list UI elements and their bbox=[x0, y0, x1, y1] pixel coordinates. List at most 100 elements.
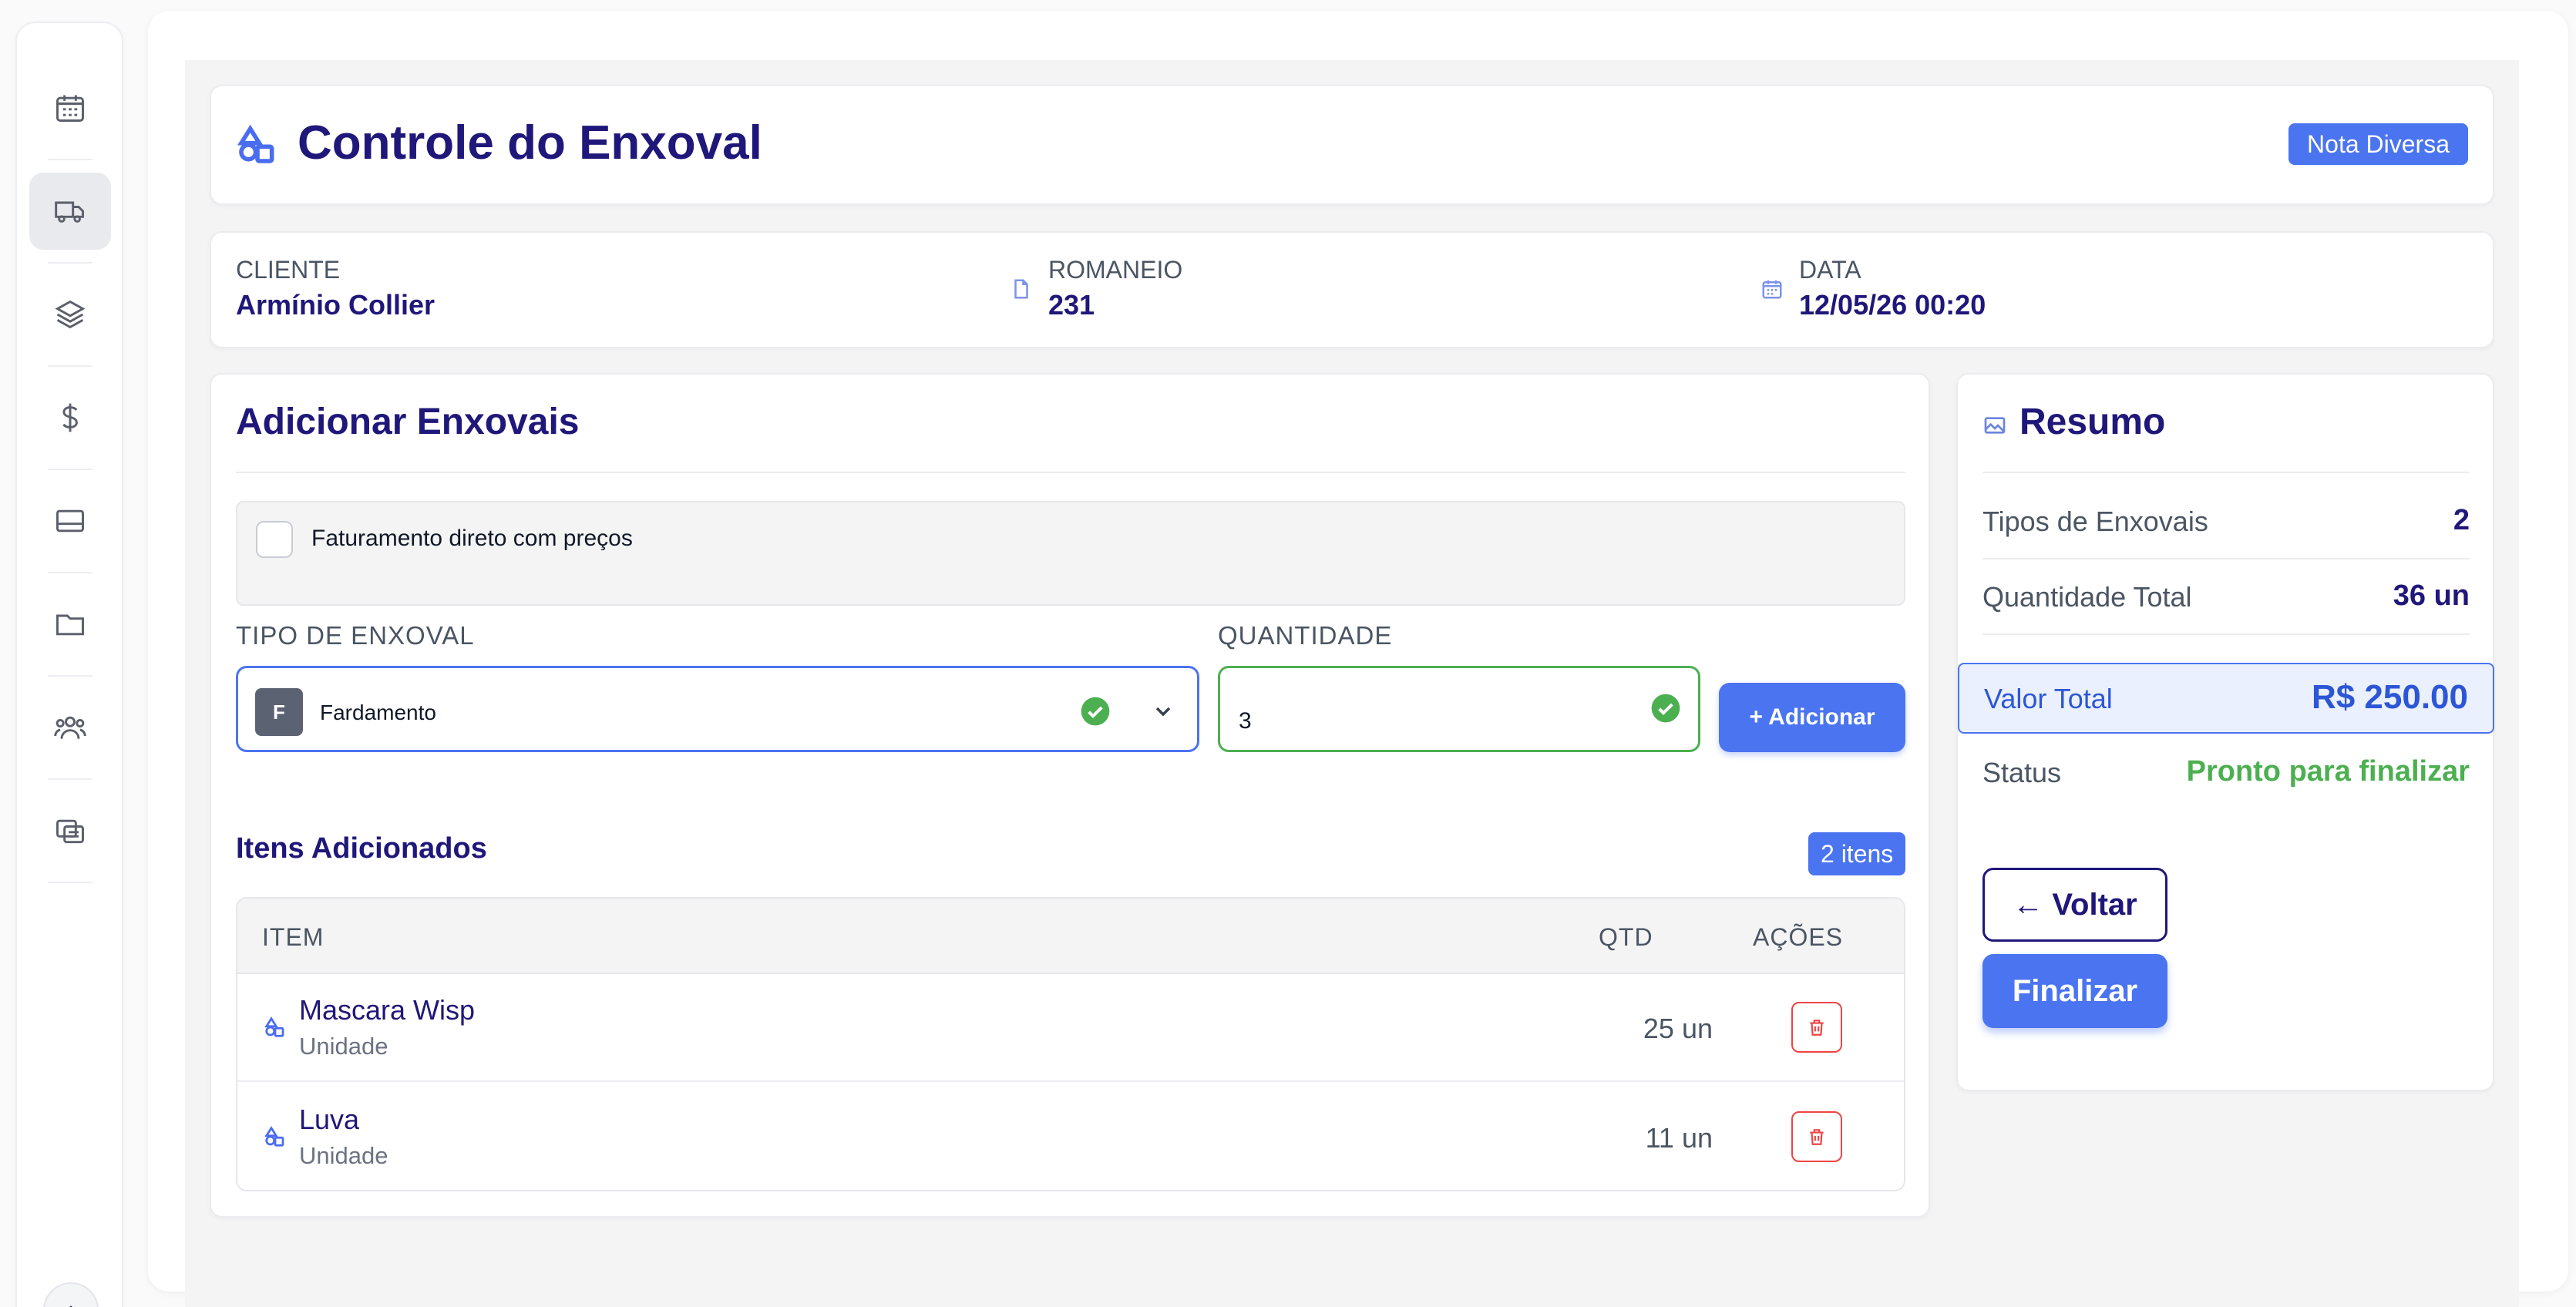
cliente-block: CLIENTE Armínio Collier bbox=[236, 256, 435, 321]
item-qty: 11 un bbox=[1645, 1122, 1713, 1154]
sidebar-item-documents[interactable] bbox=[29, 792, 111, 869]
items-table: ITEM QTD AÇÕES Mascara Wisp Unidade 25 u… bbox=[236, 897, 1905, 1191]
column-header-item: ITEM bbox=[262, 923, 325, 951]
quantidade-field[interactable] bbox=[1218, 666, 1700, 752]
item-unit: Unidade bbox=[299, 1033, 388, 1060]
sidebar-divider bbox=[48, 778, 92, 780]
column-header-acoes: AÇÕES bbox=[1753, 923, 1844, 951]
valor-total-label: Valor Total bbox=[1984, 683, 2113, 714]
calendar-icon bbox=[56, 95, 84, 122]
sidebar-item-users[interactable] bbox=[29, 689, 111, 766]
cliente-label: CLIENTE bbox=[236, 256, 341, 284]
docs-icon bbox=[56, 819, 84, 844]
layers-icon bbox=[55, 300, 86, 329]
chevron-down-icon bbox=[1151, 699, 1175, 724]
tipos-label: Tipos de Enxovais bbox=[1982, 506, 2208, 537]
trash-icon bbox=[1810, 1129, 1824, 1145]
divider bbox=[236, 472, 1905, 473]
billing-option-box: Faturamento direto com preços bbox=[236, 501, 1905, 606]
billing-label: Faturamento direto com preços bbox=[311, 526, 633, 551]
check-circle-icon bbox=[1080, 696, 1111, 727]
table-header: ITEM QTD AÇÕES bbox=[237, 899, 1904, 974]
quantidade-total-value: 36 un bbox=[2393, 580, 2470, 612]
summary-card: Resumo Tipos de Enxovais 2 Quantidade To… bbox=[1956, 373, 2494, 1091]
item-qty: 25 un bbox=[1643, 1013, 1713, 1044]
info-card: CLIENTE Armínio Collier ROMANEIO 231 DAT… bbox=[210, 231, 2494, 348]
tipo-select[interactable]: F Fardamento bbox=[236, 666, 1199, 752]
item-name: Luva bbox=[299, 1104, 360, 1135]
truck-icon bbox=[55, 201, 84, 223]
status-value: Pronto para finalizar bbox=[2186, 755, 2470, 788]
romaneio-value: 231 bbox=[1048, 289, 1095, 321]
tipo-selected-value: Fardamento bbox=[320, 701, 436, 724]
table-row: Mascara Wisp Unidade 25 un bbox=[237, 974, 1904, 1082]
romaneio-block: ROMANEIO 231 bbox=[1048, 256, 1182, 321]
folder-icon bbox=[56, 614, 84, 636]
dollar-icon bbox=[62, 403, 78, 432]
romaneio-label: ROMANEIO bbox=[1048, 256, 1183, 284]
sidebar-divider bbox=[48, 159, 92, 160]
quantidade-total-label: Quantidade Total bbox=[1982, 581, 2192, 613]
card-icon bbox=[56, 509, 84, 533]
delete-item-button[interactable] bbox=[1791, 1002, 1842, 1053]
data-value: 12/05/26 00:20 bbox=[1799, 289, 1986, 321]
divider bbox=[1982, 472, 2470, 473]
shapes-icon bbox=[264, 1125, 287, 1148]
sidebar-item-calendar[interactable] bbox=[29, 69, 111, 146]
document-icon bbox=[1010, 277, 1033, 301]
summary-title: Resumo bbox=[2019, 402, 2166, 442]
sidebar-item-files[interactable] bbox=[29, 586, 111, 663]
page-title: Controle do Enxoval bbox=[298, 116, 762, 170]
tipo-avatar: F bbox=[255, 688, 303, 736]
sidebar-item-layers[interactable] bbox=[29, 276, 111, 353]
sidebar-divider bbox=[48, 262, 92, 264]
tipo-label: TIPO DE ENXOVAL bbox=[236, 621, 475, 650]
items-count-badge: 2 itens bbox=[1808, 832, 1906, 875]
valor-total-row: Valor Total R$ 250.00 bbox=[1958, 663, 2494, 734]
sidebar-divider bbox=[48, 882, 92, 883]
calendar-icon bbox=[1760, 277, 1784, 301]
cliente-value: Armínio Collier bbox=[236, 289, 435, 321]
sidebar-item-delivery[interactable] bbox=[29, 173, 111, 250]
quantidade-input[interactable] bbox=[1239, 708, 1624, 734]
valor-total-value: R$ 250.00 bbox=[2311, 678, 2468, 716]
users-icon bbox=[54, 716, 86, 739]
sidebar-divider bbox=[48, 469, 92, 470]
summary-row-tipos: Tipos de Enxovais 2 bbox=[1982, 484, 2470, 559]
add-section-title: Adicionar Enxovais bbox=[236, 402, 580, 442]
sidebar-divider bbox=[48, 675, 92, 677]
finish-button[interactable]: Finalizar bbox=[1982, 954, 2167, 1028]
header-card: Controle do Enxoval Nota Diversa bbox=[210, 85, 2494, 205]
data-block: DATA 12/05/26 00:20 bbox=[1799, 256, 1986, 321]
add-enxovais-card: Adicionar Enxovais Faturamento direto co… bbox=[210, 373, 1930, 1218]
trash-icon bbox=[1810, 1020, 1824, 1036]
add-item-button[interactable]: + Adicionar bbox=[1719, 683, 1905, 752]
billing-checkbox[interactable] bbox=[256, 521, 293, 558]
item-name: Mascara Wisp bbox=[299, 994, 476, 1026]
column-header-qtd: QTD bbox=[1599, 923, 1653, 951]
status-label: Status bbox=[1982, 757, 2062, 788]
shapes-icon bbox=[236, 123, 279, 166]
chevron-up-icon bbox=[69, 1305, 72, 1307]
items-section-title: Itens Adicionados bbox=[236, 832, 487, 865]
check-circle-icon bbox=[1650, 693, 1681, 724]
data-label: DATA bbox=[1799, 256, 1861, 284]
summary-row-quantidade: Quantidade Total 36 un bbox=[1982, 559, 2470, 635]
shapes-icon bbox=[264, 1016, 287, 1039]
sidebar-item-payments[interactable] bbox=[29, 482, 111, 559]
nota-diversa-badge: Nota Diversa bbox=[2288, 123, 2468, 165]
quantidade-label: QUANTIDADE bbox=[1218, 621, 1393, 650]
sidebar bbox=[15, 22, 123, 1307]
sidebar-collapse-button[interactable] bbox=[43, 1282, 99, 1307]
table-row: Luva Unidade 11 un bbox=[237, 1084, 1904, 1190]
summary-row-status: Status Pronto para finalizar bbox=[1982, 735, 2470, 811]
sidebar-divider bbox=[48, 365, 92, 367]
tipos-value: 2 bbox=[2453, 504, 2470, 536]
delete-item-button[interactable] bbox=[1791, 1111, 1842, 1162]
main-content: Controle do Enxoval Nota Diversa CLIENTE… bbox=[185, 60, 2519, 1307]
back-button[interactable]: ← Voltar bbox=[1982, 868, 2167, 942]
item-unit: Unidade bbox=[299, 1142, 388, 1169]
sidebar-item-finance[interactable] bbox=[29, 379, 111, 456]
sidebar-divider bbox=[48, 572, 92, 573]
image-icon bbox=[1982, 413, 2007, 438]
